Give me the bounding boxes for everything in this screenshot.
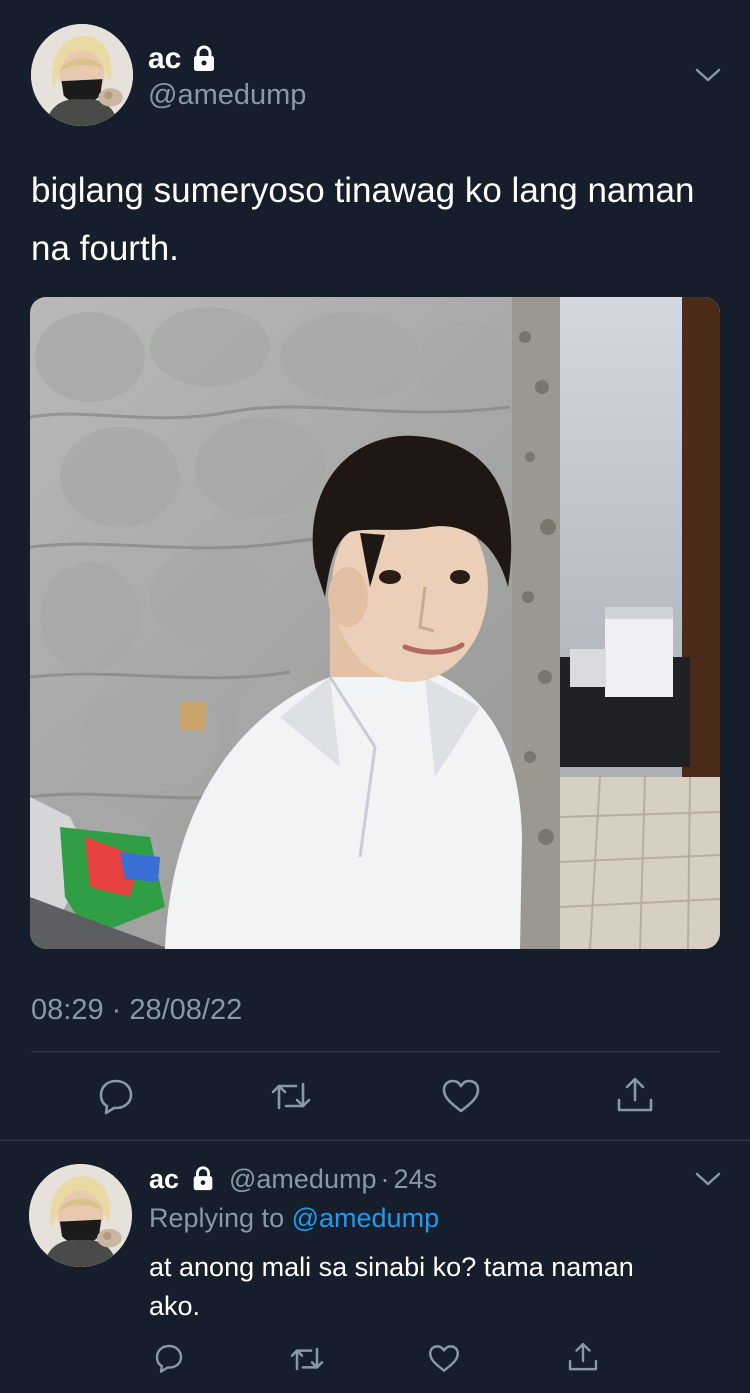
retweet-icon[interactable]: [270, 1078, 312, 1114]
lock-icon: [193, 1166, 213, 1191]
handle[interactable]: @amedump: [148, 81, 306, 110]
like-icon[interactable]: [427, 1343, 461, 1374]
replying-to-handle[interactable]: @amedump: [292, 1203, 439, 1233]
reply-icon[interactable]: [153, 1342, 185, 1374]
reply-header: ac: [149, 1166, 179, 1193]
time-ago[interactable]: 24s: [393, 1164, 437, 1194]
lock-icon: [194, 45, 214, 71]
photo-image: [30, 297, 720, 949]
reply-meta: @amedump · 24s: [229, 1166, 437, 1193]
divider: [31, 1051, 720, 1052]
reply-icon[interactable]: [96, 1076, 136, 1116]
replying-to-label: Replying to: [149, 1203, 285, 1233]
tweet-text: biglang sumeryoso tinawag ko lang naman …: [31, 171, 695, 268]
display-name[interactable]: ac: [149, 1164, 179, 1194]
tweet-photo[interactable]: [30, 297, 720, 949]
display-name[interactable]: ac: [148, 44, 181, 74]
reply-text: at anong mali sa sinabi ko? tama naman a…: [149, 1252, 634, 1321]
handle[interactable]: @amedump: [229, 1164, 376, 1194]
avatar-image: [31, 24, 133, 126]
like-icon[interactable]: [440, 1077, 482, 1115]
retweet-icon[interactable]: [289, 1344, 325, 1374]
divider: [0, 1140, 750, 1141]
avatar-image: [29, 1164, 132, 1267]
chevron-down-icon[interactable]: [694, 1170, 722, 1188]
chevron-down-icon[interactable]: [694, 66, 722, 84]
share-icon[interactable]: [566, 1340, 600, 1374]
share-icon[interactable]: [614, 1074, 656, 1116]
tweet-thread: ac @amedump biglang sumeryoso tinawag ko…: [0, 0, 750, 1393]
time-separator: ·: [380, 1164, 390, 1194]
avatar[interactable]: [29, 1164, 132, 1267]
replying-to: Replying to @amedump: [149, 1205, 439, 1232]
tweet-timestamp[interactable]: 08:29 · 28/08/22: [31, 996, 242, 1025]
avatar[interactable]: [31, 24, 133, 126]
